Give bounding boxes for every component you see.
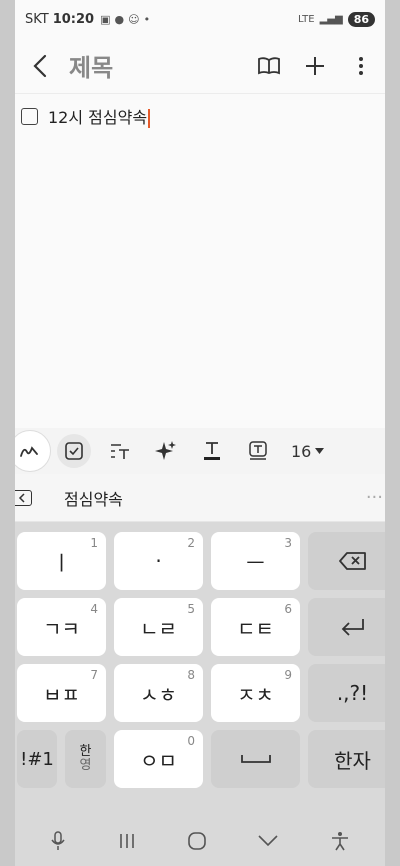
checklist-checkbox[interactable]	[21, 107, 38, 125]
caret-down-icon	[315, 448, 325, 454]
key-2[interactable]: · 2	[114, 532, 203, 590]
format-toolbar: 16	[15, 428, 385, 474]
dot-icon: •	[143, 12, 151, 26]
screenshot-icon: ▣	[100, 12, 111, 26]
recent-apps-icon[interactable]	[118, 833, 136, 849]
checklist-button[interactable]	[57, 434, 91, 468]
network-label: LTE	[297, 13, 315, 25]
suggestion-bar: 점심약속 ···	[15, 474, 385, 522]
key-6[interactable]: ㄷㅌ 6	[211, 598, 300, 656]
sparkle-icon	[155, 441, 176, 460]
message-icon: ●	[114, 12, 125, 26]
smiley-icon: ☺	[128, 12, 140, 26]
back-button[interactable]	[25, 51, 55, 81]
enter-key[interactable]	[308, 598, 385, 656]
plus-icon	[306, 56, 324, 75]
text-color-icon	[204, 442, 220, 460]
ai-assist-button[interactable]	[143, 428, 189, 474]
key-7[interactable]: ㅂㅍ 7	[17, 664, 106, 722]
chevron-left-icon	[33, 54, 47, 77]
key-1[interactable]: ㅣ1	[17, 532, 106, 590]
highlight-button[interactable]	[235, 428, 281, 474]
status-right: LTE ▂▄▆ 86	[297, 11, 375, 27]
punctuation-key[interactable]: .,?!	[308, 664, 385, 722]
more-suggestions-button[interactable]: ···	[366, 487, 383, 508]
key-8[interactable]: ㅅㅎ 8	[114, 664, 203, 722]
font-size-value: 16	[291, 441, 312, 461]
status-bar: SKT 10:20 ▣ ● ☺ • LTE ▂▄▆ 86	[15, 0, 385, 38]
collapse-suggestion-button[interactable]	[15, 489, 32, 506]
carrier-label: SKT	[25, 11, 49, 27]
handwriting-icon	[20, 446, 38, 457]
text-color-button[interactable]	[189, 428, 235, 474]
pen-mode-button[interactable]	[15, 430, 51, 472]
lang-top-label: 한	[79, 743, 92, 759]
key-5[interactable]: ㄴㄹ 5	[114, 598, 203, 656]
more-vert-icon	[359, 56, 363, 75]
notification-icons: ▣ ● ☺ •	[100, 13, 150, 26]
key-3[interactable]: ㅡ3	[211, 532, 300, 590]
more-options-button[interactable]	[347, 52, 375, 80]
font-size-selector[interactable]: 16	[291, 441, 325, 461]
clock: 10:20	[52, 11, 95, 27]
key-9[interactable]: ㅈㅊ 9	[211, 664, 300, 722]
appbar-actions	[255, 52, 375, 80]
chevron-left-small-icon	[18, 492, 25, 503]
battery-badge: 86	[347, 11, 375, 27]
lang-bottom-label: 영	[79, 758, 92, 773]
key-0[interactable]: ㅇㅁ 0	[114, 730, 203, 788]
reading-mode-button[interactable]	[255, 52, 283, 80]
space-key[interactable]	[211, 730, 300, 788]
home-icon[interactable]	[188, 832, 206, 850]
accessibility-icon[interactable]	[331, 831, 349, 851]
add-button[interactable]	[301, 52, 329, 80]
backspace-icon	[338, 552, 366, 570]
app-bar: 제목	[15, 38, 385, 94]
system-nav-bar	[15, 816, 385, 866]
checklist-item-label: 12시 점심약속	[48, 108, 148, 127]
checklist-item: 12시 점심약속	[21, 104, 381, 128]
app-frame: SKT 10:20 ▣ ● ☺ • LTE ▂▄▆ 86 제목 12시 점심약속…	[15, 0, 385, 866]
symbols-key[interactable]: !#1	[17, 730, 57, 788]
signal-icon: ▂▄▆	[319, 13, 343, 25]
suggested-word[interactable]: 점심약속	[64, 486, 123, 510]
enter-icon	[341, 619, 364, 636]
backspace-key[interactable]	[308, 532, 385, 590]
hide-keyboard-icon[interactable]	[258, 835, 278, 847]
book-icon	[258, 56, 280, 74]
text-box-icon	[249, 441, 267, 460]
space-icon	[240, 755, 271, 763]
text-style-button[interactable]	[97, 428, 143, 474]
hanja-key[interactable]: 한자	[308, 730, 385, 788]
language-toggle-key[interactable]: 한 영	[65, 730, 106, 788]
keyboard: ㅣ1 · 2 ㅡ3 ㄱㅋ 4 ㄴㄹ 5 ㄷㅌ 6 ㅂㅍ 7 ㅅㅎ 8 ㅈㅊ 9 .,?! !#…	[15, 522, 385, 816]
key-4[interactable]: ㄱㅋ 4	[17, 598, 106, 656]
microphone-icon[interactable]	[51, 831, 65, 851]
checkbox-icon	[65, 442, 83, 460]
text-cursor	[148, 109, 150, 128]
text-format-icon	[111, 444, 129, 459]
checklist-item-text[interactable]: 12시 점심약속	[48, 104, 150, 128]
note-title[interactable]: 제목	[69, 48, 113, 83]
